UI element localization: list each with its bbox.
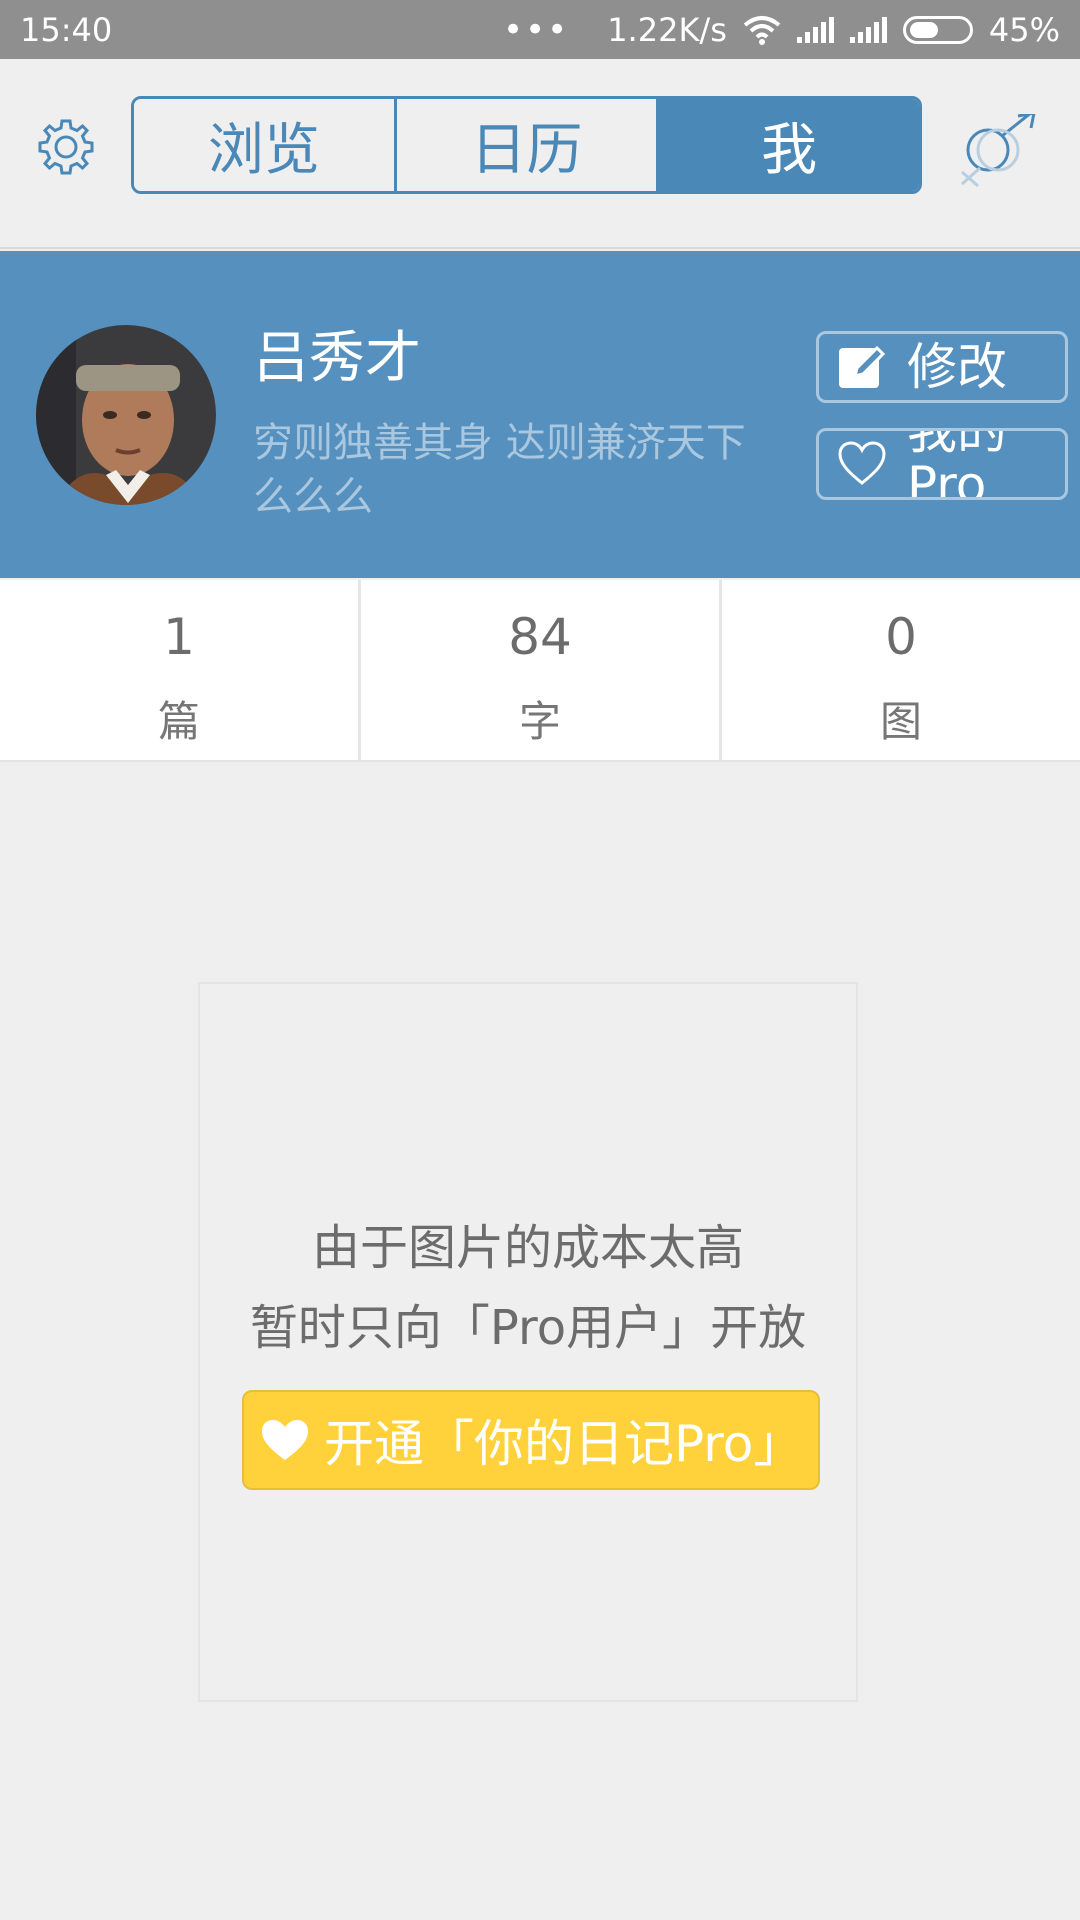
stat-unit: 图 bbox=[879, 697, 922, 746]
top-bar: 浏览 日历 我 bbox=[0, 59, 1080, 249]
heart-outline-icon bbox=[838, 441, 886, 485]
status-time: 15:40 bbox=[20, 10, 113, 49]
stat-entries[interactable]: 1 篇 bbox=[0, 580, 358, 760]
edit-profile-button[interactable]: 修改 bbox=[816, 331, 1068, 403]
edit-icon bbox=[839, 345, 886, 388]
my-pro-label: 我的Pro bbox=[907, 428, 1007, 500]
stat-images[interactable]: 0 图 bbox=[719, 580, 1080, 760]
profile-motto: 穷则独善其身 达则兼济天下 么么么 bbox=[253, 420, 746, 520]
notice-line-1: 由于图片的成本太高 bbox=[311, 1220, 744, 1276]
gear-icon[interactable] bbox=[36, 117, 96, 177]
my-pro-button[interactable]: 我的Pro bbox=[816, 428, 1068, 500]
tab-me[interactable]: 我 bbox=[656, 99, 919, 191]
network-speed: 1.22K/s bbox=[607, 10, 727, 49]
stat-unit: 字 bbox=[518, 697, 561, 746]
pro-notice-card: 由于图片的成本太高 暂时只向「Pro用户」开放 开通「你的日记Pro」 bbox=[198, 982, 858, 1702]
heart-icon bbox=[262, 1420, 308, 1460]
stat-value: 1 bbox=[163, 608, 195, 666]
tab-browse[interactable]: 浏览 bbox=[134, 99, 394, 191]
status-bar: 15:40 ••• 1.22K/s 45% bbox=[0, 0, 1080, 59]
stats-row: 1 篇 84 字 0 图 bbox=[0, 580, 1080, 762]
battery-percent: 45% bbox=[988, 10, 1060, 49]
notice-line-2: 暂时只向「Pro用户」开放 bbox=[249, 1300, 807, 1356]
edit-profile-label: 修改 bbox=[907, 338, 1007, 396]
gender-male-female-icon[interactable] bbox=[950, 114, 1045, 189]
battery-icon bbox=[902, 15, 973, 44]
more-notifications-icon: ••• bbox=[503, 9, 570, 50]
signal-icon bbox=[849, 16, 887, 43]
profile-name: 吕秀才 bbox=[253, 326, 421, 391]
tab-calendar[interactable]: 日历 bbox=[393, 99, 657, 191]
profile-banner: 吕秀才 穷则独善其身 达则兼济天下 么么么 修改 我的Pro bbox=[0, 251, 1080, 578]
tab-bar: 浏览 日历 我 bbox=[131, 96, 922, 194]
stat-words[interactable]: 84 字 bbox=[358, 580, 719, 760]
wifi-icon bbox=[743, 15, 781, 45]
avatar[interactable] bbox=[36, 325, 216, 505]
upgrade-pro-label: 开通「你的日记Pro」 bbox=[324, 1415, 804, 1473]
status-right: ••• 1.22K/s 45% bbox=[503, 10, 1060, 50]
stat-value: 84 bbox=[508, 608, 572, 666]
upgrade-pro-button[interactable]: 开通「你的日记Pro」 bbox=[242, 1390, 820, 1490]
stat-unit: 篇 bbox=[157, 697, 200, 746]
stat-value: 0 bbox=[885, 608, 917, 666]
signal-icon bbox=[796, 16, 834, 43]
